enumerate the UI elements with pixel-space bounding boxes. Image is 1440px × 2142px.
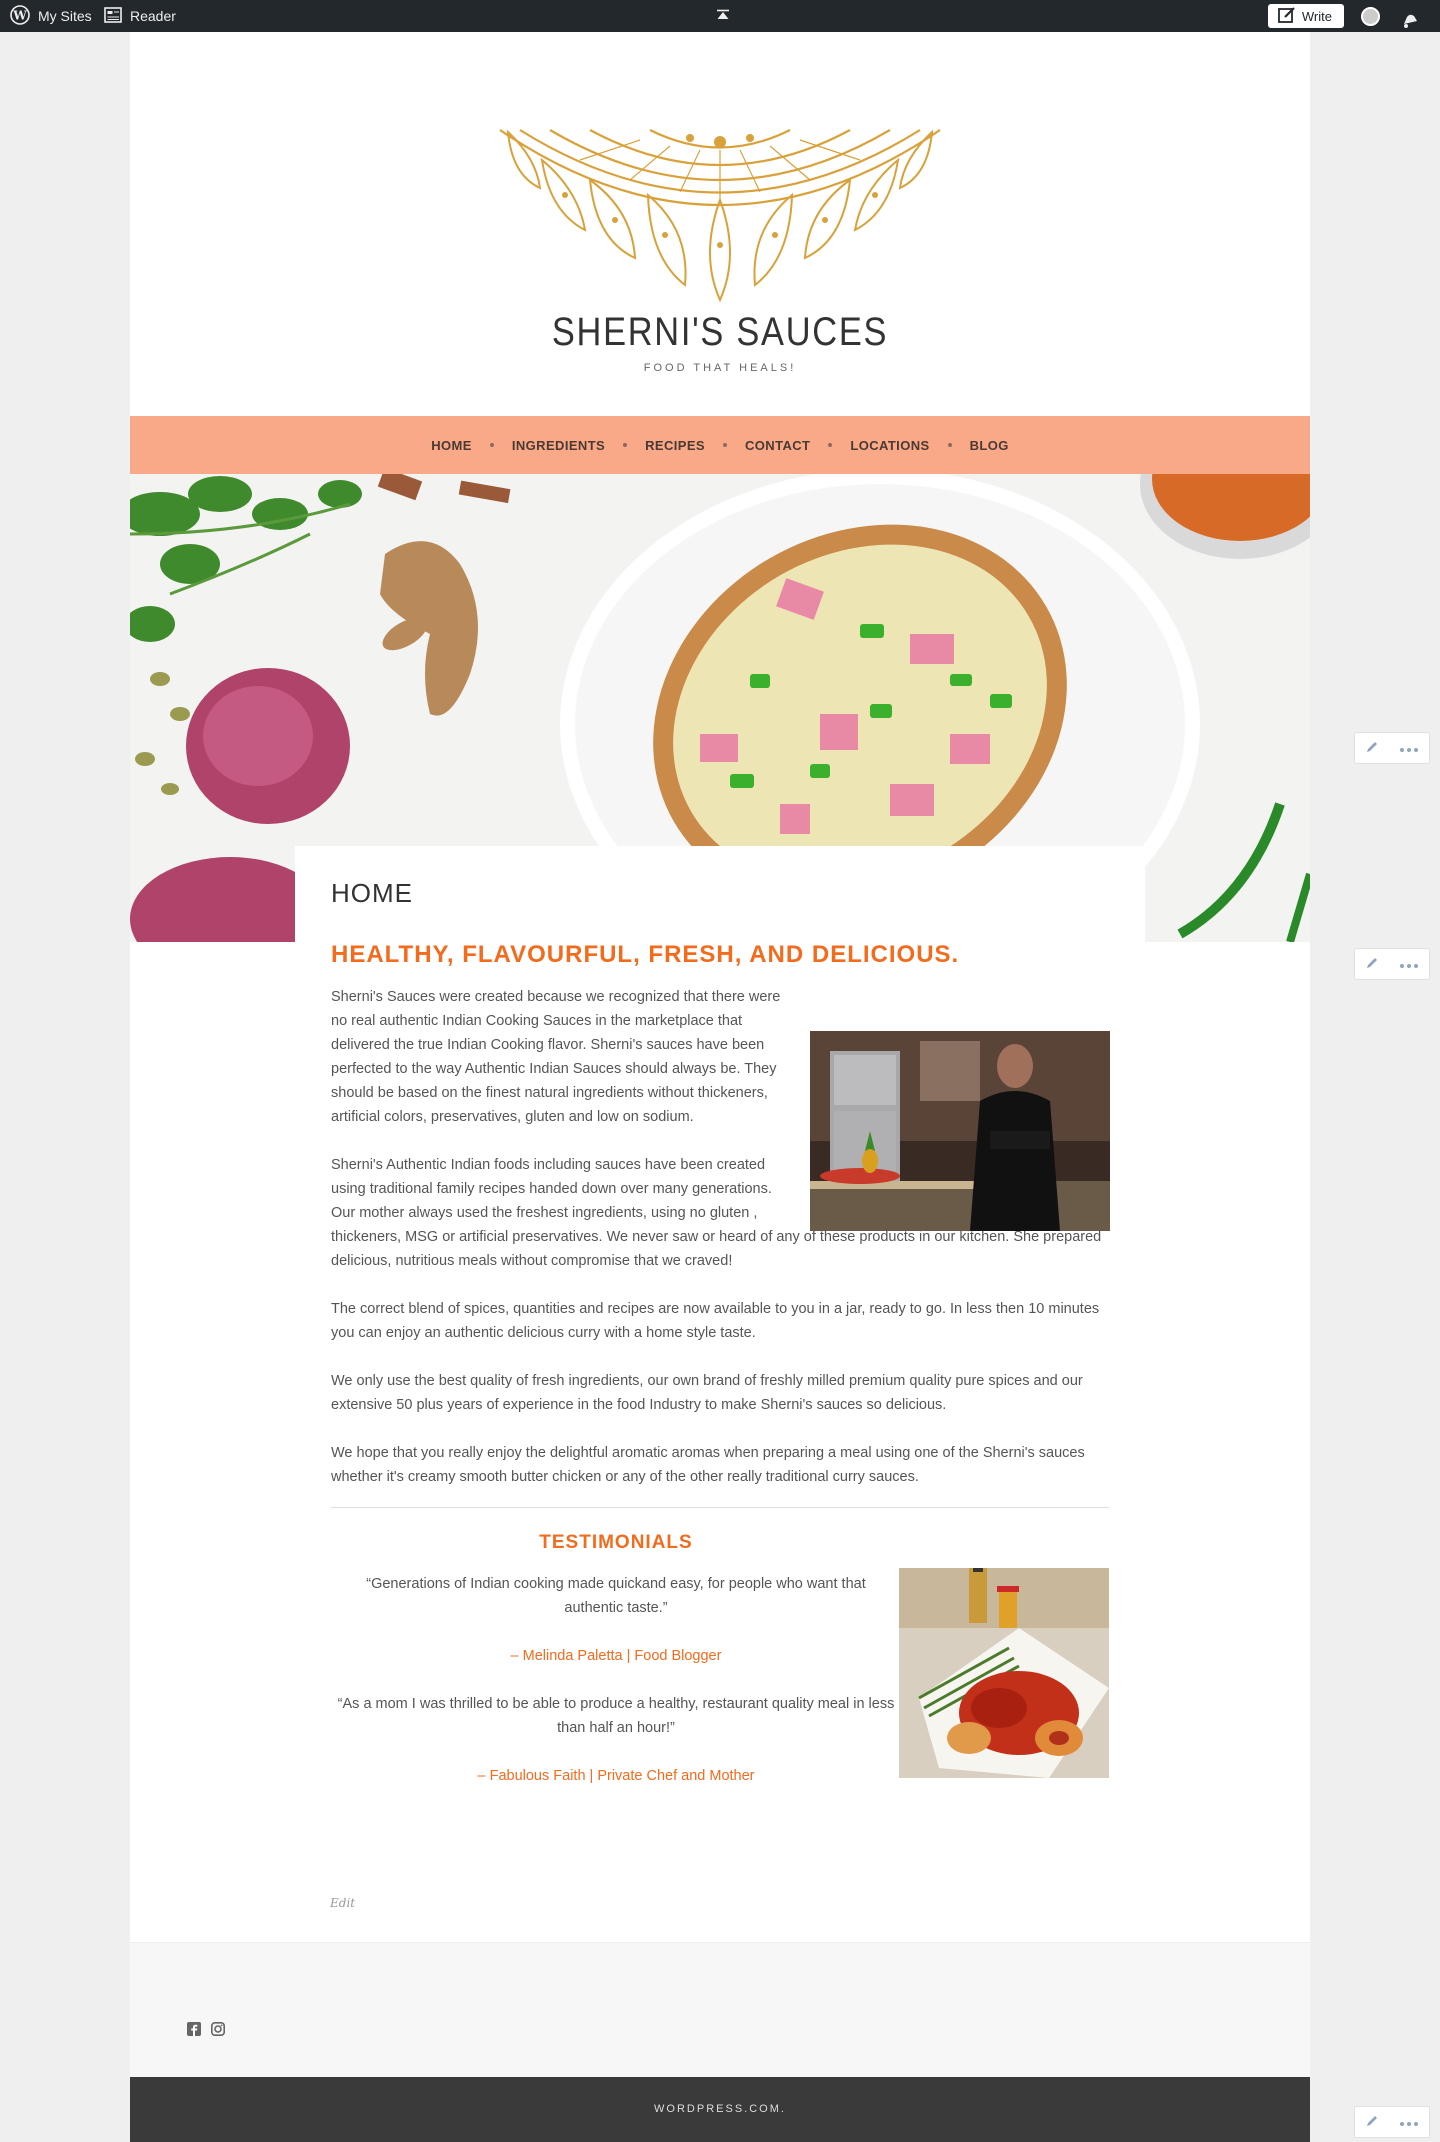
chef-photo[interactable]: [810, 1031, 1110, 1231]
food-photo[interactable]: [899, 1568, 1109, 1778]
nav-separator: [828, 443, 833, 447]
ellipsis-icon[interactable]: [1399, 956, 1419, 972]
testimonials-list: TESTIMONIALS “Generations of Indian cook…: [331, 1532, 901, 1788]
footer-credit-bar: WORDPRESS.COM.: [130, 2077, 1310, 2142]
page-container: SHERNI'S SAUCES FOOD THAT HEALS! HOME IN…: [130, 32, 1310, 2142]
nav-item-contact[interactable]: CONTACT: [745, 438, 850, 453]
wordpress-icon: W: [10, 4, 30, 28]
my-sites-link[interactable]: W My Sites: [10, 0, 92, 32]
testimonial-author[interactable]: – Fabulous Faith | Private Chef and Moth…: [331, 1764, 901, 1788]
pencil-icon[interactable]: [1365, 740, 1379, 757]
testimonial-quote: “Generations of Indian cooking made quic…: [366, 1576, 866, 1616]
main-navigation: HOME INGREDIENTS RECIPES CONTACT LOCATIO…: [130, 416, 1310, 474]
svg-text:W: W: [12, 8, 27, 22]
block-edit-controls: [1354, 2106, 1430, 2138]
testimonial-author[interactable]: – Melinda Paletta | Food Blogger: [331, 1644, 901, 1668]
instagram-icon[interactable]: [210, 2021, 226, 2037]
nav-item-recipes[interactable]: RECIPES: [645, 438, 745, 453]
collapse-icon: [716, 8, 730, 24]
pencil-icon[interactable]: [1365, 2114, 1379, 2131]
paragraph-3-wrap: The correct blend of spices, quantities …: [331, 1297, 1109, 1345]
my-sites-label: My Sites: [38, 8, 92, 24]
write-label: Write: [1301, 8, 1332, 24]
nav-label[interactable]: RECIPES: [645, 438, 705, 453]
site-tagline: FOOD THAT HEALS!: [643, 362, 797, 374]
paragraph-4: We only use the best quality of fresh in…: [331, 1373, 1083, 1413]
content-divider: [331, 1507, 1109, 1508]
testimonials-section: TESTIMONIALS “Generations of Indian cook…: [331, 1532, 1109, 1832]
nav-separator: [623, 443, 628, 447]
avatar[interactable]: [1361, 7, 1380, 26]
reader-icon: [104, 6, 122, 26]
nav-label[interactable]: BLOG: [970, 438, 1009, 453]
reader-link[interactable]: Reader: [104, 0, 176, 32]
nav-label[interactable]: CONTACT: [745, 438, 810, 453]
testimonial-quote: “As a mom I was thrilled to be able to p…: [337, 1696, 895, 1736]
ellipsis-icon[interactable]: [1399, 740, 1419, 756]
paragraph-5: We hope that you really enjoy the deligh…: [331, 1445, 1085, 1485]
nav-item-ingredients[interactable]: INGREDIENTS: [512, 438, 645, 453]
collapse-button[interactable]: [716, 0, 730, 32]
nav-separator: [489, 443, 494, 447]
nav-separator: [722, 443, 727, 447]
block-edit-controls: [1354, 948, 1430, 980]
nav-label[interactable]: INGREDIENTS: [512, 438, 605, 453]
paragraph-1: Sherni's Sauces were created because we …: [331, 989, 781, 1125]
paragraph-4-wrap: We only use the best quality of fresh in…: [331, 1369, 1109, 1417]
block-edit-controls: [1354, 732, 1430, 764]
mandala-logo[interactable]: [400, 80, 1040, 310]
site-title[interactable]: SHERNI'S SAUCES: [213, 310, 1228, 355]
paragraph-3: The correct blend of spices, quantities …: [331, 1301, 1100, 1341]
notifications-button[interactable]: [1400, 6, 1420, 38]
notifications-icon: [1400, 11, 1420, 34]
nav-label[interactable]: HOME: [431, 438, 472, 453]
nav-label[interactable]: LOCATIONS: [850, 438, 929, 453]
facebook-icon[interactable]: [186, 2021, 202, 2037]
footer-credit-link[interactable]: WORDPRESS.COM.: [654, 2103, 786, 2115]
ellipsis-icon[interactable]: [1399, 2114, 1419, 2130]
paragraph-5-wrap: We hope that you really enjoy the deligh…: [331, 1441, 1109, 1489]
edit-link[interactable]: Edit: [330, 1896, 355, 1910]
page-content: HOME HEALTHY, FLAVOURFUL, FRESH, AND DEL…: [295, 846, 1145, 1832]
nav-item-locations[interactable]: LOCATIONS: [850, 438, 969, 453]
write-button[interactable]: Write: [1267, 4, 1344, 28]
pencil-icon[interactable]: [1365, 956, 1379, 973]
nav-item-home[interactable]: HOME: [431, 438, 512, 453]
admin-bar: W My Sites Reader Write: [0, 0, 1440, 32]
page-headline: HEALTHY, FLAVOURFUL, FRESH, AND DELICIOU…: [331, 941, 960, 968]
testimonials-title: TESTIMONIALS: [539, 1532, 693, 1553]
reader-label: Reader: [130, 8, 176, 24]
nav-separator: [947, 443, 952, 447]
nav-item-blog[interactable]: BLOG: [970, 438, 1009, 453]
write-icon: [1277, 6, 1296, 26]
social-links: [186, 2021, 226, 2037]
page-title: HOME: [331, 878, 413, 908]
